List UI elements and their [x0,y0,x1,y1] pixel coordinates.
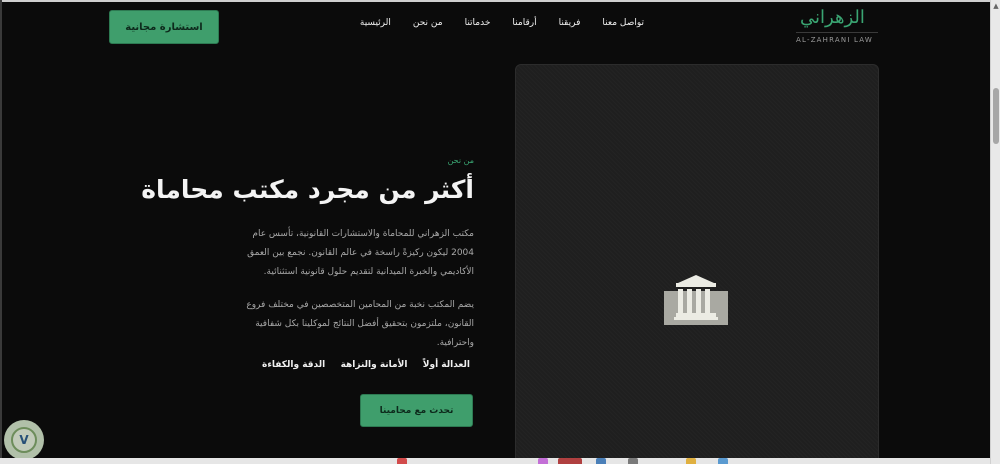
section-eyebrow: من نحن [447,156,474,165]
nav-item-about[interactable]: من نحن [413,18,443,28]
brand-name-english: AL-ZAHRANI LAW [796,32,878,44]
free-consultation-button[interactable]: استشارة مجانية [109,10,219,44]
taskbar-app-icon[interactable] [558,458,582,464]
nav-item-services[interactable]: خدماتنا [465,18,491,28]
about-paragraph-1: مكتب الزهراني للمحاماة والاستشارات القان… [247,229,474,277]
about-paragraph-2: يضم المكتب نخبة من المحامين المتخصصين في… [246,300,474,348]
nav-item-home[interactable]: الرئيسية [360,18,391,28]
value-integrity: الأمانة والنزاهة [340,360,408,370]
scroll-thumb[interactable] [993,88,999,144]
site-header: الزهراني AL-ZAHRANI LAW الرئيسية من نحن … [0,0,990,54]
page-scrollbar[interactable]: ▲ [990,0,1000,464]
nav-item-stats[interactable]: أرقامنا [512,18,536,28]
browser-frame-left [0,0,2,464]
os-taskbar [0,458,990,464]
talk-to-lawyers-button[interactable]: تحدث مع محامينا [360,394,473,427]
shield-v-icon: V [11,427,37,453]
value-justity-first: العدالة أولاً [422,360,470,370]
brand-name-arabic: الزهراني [800,7,865,28]
about-section: من نحن أكثر من مجرد مكتب محاماة مكتب الز… [141,150,474,353]
nav-item-contact[interactable]: تواصل معنا [602,18,644,28]
courthouse-icon [664,275,728,325]
floating-badge[interactable]: V [4,420,44,460]
values-list: العدالة أولاً الأمانة والنزاهة الدقة وال… [262,360,470,370]
taskbar-app-icon[interactable] [397,458,407,464]
badge-letter: V [19,433,29,447]
taskbar-app-icon[interactable] [596,458,606,464]
section-title: أكثر من مجرد مكتب محاماة [141,175,474,204]
about-image-card [515,64,879,464]
taskbar-app-icon[interactable] [538,458,548,464]
taskbar-app-icon[interactable] [718,458,728,464]
brand-logo[interactable]: الزهراني AL-ZAHRANI LAW [796,7,878,44]
nav-item-team[interactable]: فريقنا [559,18,581,28]
taskbar-app-icon[interactable] [628,458,638,464]
scroll-up-arrow-icon[interactable]: ▲ [992,2,1000,10]
value-precision: الدقة والكفاءة [262,360,326,370]
taskbar-app-icon[interactable] [686,458,696,464]
main-nav: الرئيسية من نحن خدماتنا أرقامنا فريقنا ت… [360,18,644,28]
